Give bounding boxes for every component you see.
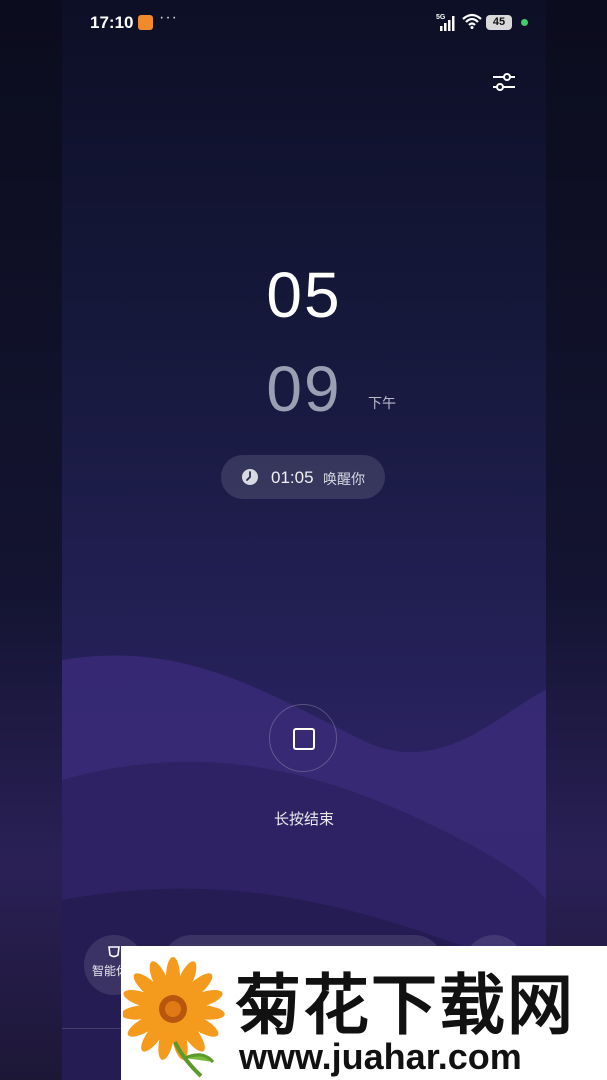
- alarm-label: 唤醒你: [323, 471, 365, 487]
- alarm-time: 01:05: [271, 468, 314, 487]
- flower-logo-icon: [123, 957, 225, 1078]
- clock-hour: 05: [266, 259, 342, 331]
- sliders-icon[interactable]: [490, 70, 518, 94]
- cup-icon: [108, 946, 120, 958]
- status-time: 17:10: [90, 13, 134, 32]
- alarm-screen: 17:10 ··· 5G 45 05 09 下午 01:05 唤醒你 长按结束 …: [62, 0, 546, 1080]
- wifi-icon: [462, 13, 482, 29]
- stop-alarm-button[interactable]: [269, 704, 337, 772]
- app-notification-icon: [138, 15, 153, 30]
- watermark-title: 菊花下载网: [235, 968, 575, 1042]
- status-bar: 17:10 ··· 5G 45: [62, 0, 546, 46]
- alarm-info-pill: 01:05 唤醒你: [221, 455, 385, 499]
- clock-period: 下午: [368, 395, 396, 411]
- signal-icon: 5G: [436, 14, 455, 31]
- watermark-banner: 菊花下载网 www.juahar.com: [121, 946, 607, 1080]
- clock-icon: [242, 469, 258, 485]
- network-type: 5G: [436, 14, 446, 21]
- clock-minute: 09: [266, 353, 342, 425]
- left-backdrop: [0, 0, 62, 1080]
- stop-square-icon: [293, 728, 315, 750]
- stop-hint-label: 长按结束: [273, 811, 334, 828]
- right-backdrop: [546, 0, 607, 1080]
- privacy-indicator-dot: [521, 19, 528, 26]
- more-notifications-icon: ···: [159, 9, 178, 26]
- battery-icon: 45: [486, 15, 512, 30]
- watermark-url: www.juahar.com: [239, 1036, 522, 1077]
